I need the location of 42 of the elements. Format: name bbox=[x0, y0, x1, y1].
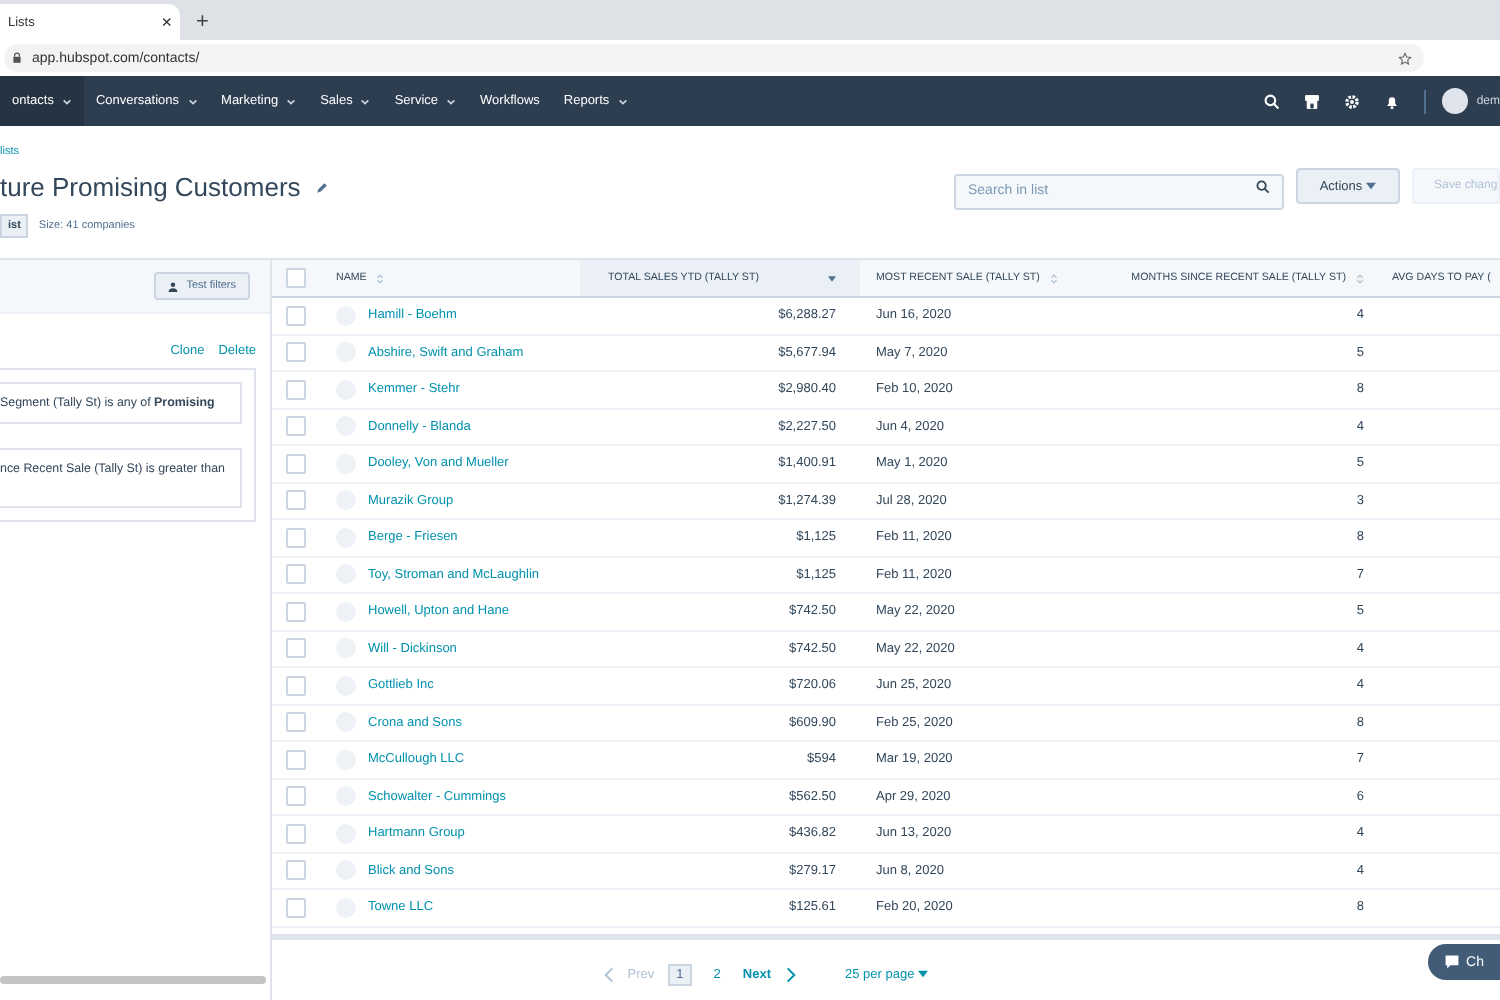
chevron-left-icon[interactable] bbox=[603, 965, 614, 983]
row-checkbox[interactable] bbox=[286, 786, 306, 807]
select-all-checkbox[interactable] bbox=[286, 268, 306, 288]
row-checkbox[interactable] bbox=[286, 712, 306, 733]
row-checkbox[interactable] bbox=[286, 749, 306, 770]
row-checkbox[interactable] bbox=[286, 527, 306, 548]
row-checkbox[interactable] bbox=[286, 416, 306, 437]
row-checkbox[interactable] bbox=[286, 638, 306, 659]
scrollbar[interactable] bbox=[0, 976, 266, 984]
bell-icon[interactable] bbox=[1384, 93, 1401, 109]
scrollbar[interactable] bbox=[272, 933, 1500, 939]
store-icon[interactable] bbox=[1304, 93, 1321, 109]
lock-icon bbox=[12, 52, 22, 64]
search-icon[interactable] bbox=[1264, 93, 1281, 109]
sort-icon bbox=[376, 273, 385, 283]
row-checkbox[interactable] bbox=[286, 897, 306, 918]
user-avatar[interactable] bbox=[1442, 88, 1469, 114]
caret-icon bbox=[918, 970, 929, 978]
caret-icon bbox=[1366, 182, 1377, 190]
chat-bubble-icon bbox=[1444, 954, 1461, 970]
row-checkbox[interactable] bbox=[286, 305, 306, 326]
row-checkbox[interactable] bbox=[286, 564, 306, 585]
star-icon[interactable] bbox=[1398, 51, 1412, 65]
page-title: ture Promising Customers bbox=[0, 172, 301, 202]
person-icon bbox=[168, 281, 179, 291]
pencil-icon[interactable] bbox=[316, 181, 329, 193]
close-tab-button[interactable]: × bbox=[161, 12, 172, 32]
sort-icon bbox=[1049, 273, 1058, 283]
row-checkbox[interactable] bbox=[286, 379, 306, 400]
row-checkbox[interactable] bbox=[286, 490, 306, 511]
settings-icon[interactable] bbox=[1344, 93, 1361, 109]
sort-icon bbox=[1356, 273, 1364, 283]
row-checkbox[interactable] bbox=[286, 601, 306, 622]
row-checkbox[interactable] bbox=[286, 823, 306, 844]
sort-descending-icon bbox=[828, 273, 836, 283]
row-checkbox[interactable] bbox=[286, 675, 306, 696]
row-checkbox[interactable] bbox=[286, 860, 306, 881]
chevron-right-icon[interactable] bbox=[785, 965, 795, 983]
row-checkbox[interactable] bbox=[286, 342, 306, 363]
new-tab-button[interactable]: + bbox=[196, 10, 209, 34]
search-icon bbox=[1256, 179, 1270, 193]
row-checkbox[interactable] bbox=[286, 453, 306, 474]
